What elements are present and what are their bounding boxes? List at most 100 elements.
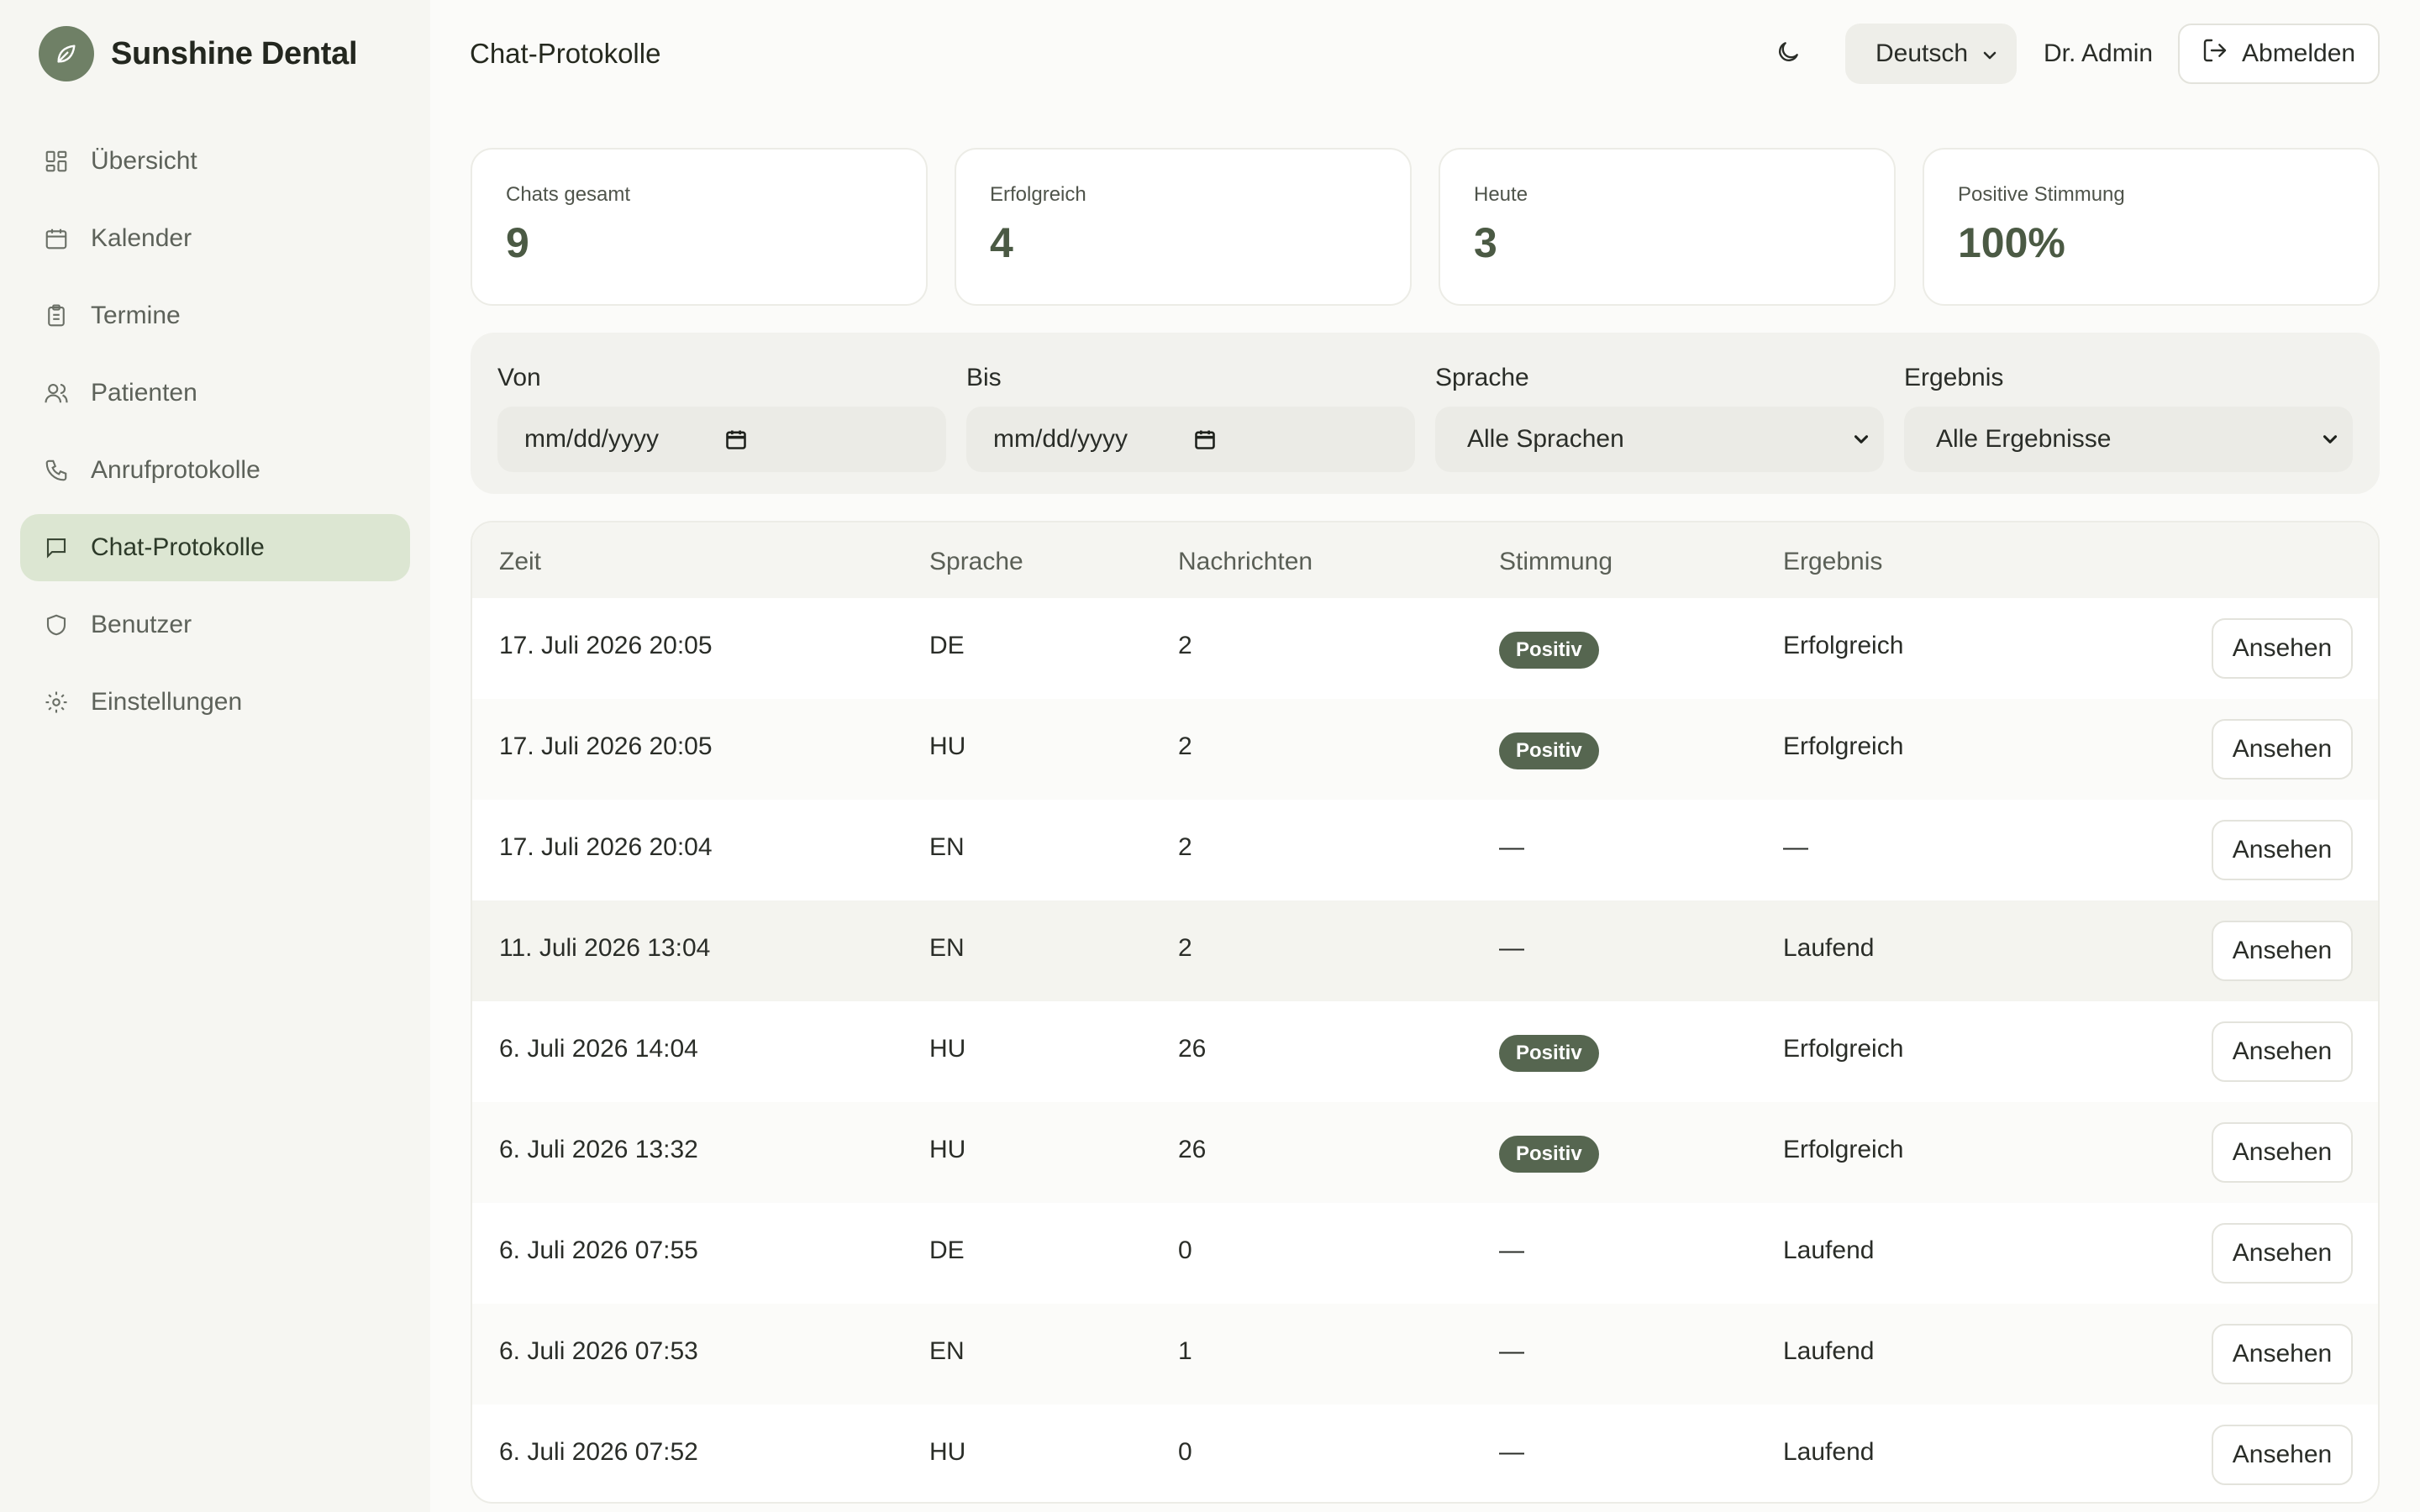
table-row[interactable]: 6. Juli 2026 07:55 DE 0 — Laufend Ansehe…	[472, 1203, 2378, 1304]
sidebar-item-label: Benutzer	[91, 611, 192, 638]
stat-card-positive-mood: Positive Stimmung 100%	[1923, 148, 2380, 306]
calendar-picker-icon[interactable]	[1193, 428, 1217, 458]
users-icon	[42, 379, 71, 407]
cell-mood: —	[1499, 1438, 1524, 1466]
stat-value: 9	[506, 219, 529, 266]
sidebar-item-anrufprotokolle[interactable]: Anrufprotokolle	[20, 437, 410, 504]
table-row[interactable]: 17. Juli 2026 20:04 EN 2 — — Ansehen	[472, 800, 2378, 900]
result-filter-select[interactable]: Alle Ergebnisse	[1904, 407, 2353, 472]
stat-label: Heute	[1474, 183, 1528, 206]
mood-badge: Positiv	[1499, 1136, 1599, 1173]
filter-language-label: Sprache	[1435, 364, 1529, 391]
sidebar-item-termine[interactable]: Termine	[20, 282, 410, 349]
cell-result: Erfolgreich	[1783, 1136, 1904, 1163]
table-row[interactable]: 17. Juli 2026 20:05 HU 2 Positiv Erfolgr…	[472, 699, 2378, 800]
sidebar-item-kalender[interactable]: Kalender	[20, 205, 410, 272]
view-button[interactable]: Ansehen	[2212, 1021, 2353, 1082]
cell-time: 17. Juli 2026 20:04	[499, 833, 713, 861]
stat-card-today: Heute 3	[1439, 148, 1896, 306]
cell-time: 6. Juli 2026 07:53	[499, 1337, 698, 1365]
sidebar-item-uebersicht[interactable]: Übersicht	[20, 128, 410, 195]
sidebar-item-label: Anrufprotokolle	[91, 456, 260, 484]
table-row[interactable]: 6. Juli 2026 07:53 EN 1 — Laufend Ansehe…	[472, 1304, 2378, 1404]
stat-card-successful: Erfolgreich 4	[955, 148, 1412, 306]
column-header-time[interactable]: Zeit	[499, 548, 541, 576]
leaf-icon	[39, 26, 94, 81]
sidebar-item-benutzer[interactable]: Benutzer	[20, 591, 410, 659]
filter-to-label: Bis	[966, 364, 1002, 391]
language-filter-value: Alle Sprachen	[1467, 425, 1624, 453]
table-row[interactable]: 11. Juli 2026 13:04 EN 2 — Laufend Anseh…	[472, 900, 2378, 1001]
sidebar-item-label: Kalender	[91, 224, 192, 252]
logout-button[interactable]: Abmelden	[2178, 24, 2380, 84]
language-select-value: Deutsch	[1876, 39, 1969, 67]
cell-messages: 2	[1178, 632, 1192, 659]
stat-value: 3	[1474, 219, 1497, 266]
view-button[interactable]: Ansehen	[2212, 921, 2353, 981]
cell-language: HU	[929, 1035, 966, 1063]
cell-messages: 2	[1178, 732, 1192, 760]
cell-messages: 26	[1178, 1035, 1207, 1063]
view-button[interactable]: Ansehen	[2212, 618, 2353, 679]
sidebar-item-label: Chat-Protokolle	[91, 533, 265, 561]
phone-icon	[42, 456, 71, 485]
date-to-input[interactable]: mm/dd/yyyy	[966, 407, 1415, 472]
cell-mood: —	[1499, 833, 1524, 861]
chevron-down-icon	[2319, 428, 2341, 457]
sidebar-item-einstellungen[interactable]: Einstellungen	[20, 669, 410, 736]
stat-label: Chats gesamt	[506, 183, 631, 206]
theme-toggle-button[interactable]	[1770, 35, 1807, 72]
chevron-down-icon	[1980, 44, 2000, 72]
view-button[interactable]: Ansehen	[2212, 1122, 2353, 1183]
result-filter-value: Alle Ergebnisse	[1936, 425, 2112, 453]
column-header-result[interactable]: Ergebnis	[1783, 548, 1882, 576]
cell-result: Laufend	[1783, 1337, 1875, 1365]
column-header-language[interactable]: Sprache	[929, 548, 1023, 576]
language-select[interactable]: Deutsch	[1845, 24, 2017, 84]
stat-label: Positive Stimmung	[1958, 183, 2125, 206]
view-button[interactable]: Ansehen	[2212, 1223, 2353, 1284]
calendar-picker-icon[interactable]	[724, 428, 748, 458]
column-header-mood[interactable]: Stimmung	[1499, 548, 1612, 576]
brand-name: Sunshine Dental	[111, 35, 358, 71]
stat-value: 100%	[1958, 219, 2065, 266]
view-button[interactable]: Ansehen	[2212, 719, 2353, 780]
cell-mood: —	[1499, 934, 1524, 962]
brand[interactable]: Sunshine Dental	[39, 25, 358, 82]
cell-language: DE	[929, 1236, 965, 1264]
cell-language: HU	[929, 1438, 966, 1466]
date-from-input[interactable]: mm/dd/yyyy	[497, 407, 946, 472]
calendar-icon	[42, 224, 71, 253]
stat-card-total: Chats gesamt 9	[471, 148, 928, 306]
table-row[interactable]: 17. Juli 2026 20:05 DE 2 Positiv Erfolgr…	[472, 598, 2378, 699]
date-from-value: mm/dd/yyyy	[524, 425, 660, 453]
column-header-messages[interactable]: Nachrichten	[1178, 548, 1313, 576]
cell-language: HU	[929, 732, 966, 760]
cell-messages: 26	[1178, 1136, 1207, 1163]
cell-messages: 0	[1178, 1438, 1192, 1466]
clipboard-icon	[42, 302, 71, 330]
language-filter-select[interactable]: Alle Sprachen	[1435, 407, 1884, 472]
cell-messages: 1	[1178, 1337, 1192, 1365]
table-row[interactable]: 6. Juli 2026 07:52 HU 0 — Laufend Ansehe…	[472, 1404, 2378, 1502]
logout-icon	[2202, 37, 2228, 71]
view-button[interactable]: Ansehen	[2212, 820, 2353, 880]
sidebar-item-patienten[interactable]: Patienten	[20, 360, 410, 427]
page-title: Chat-Protokolle	[470, 38, 661, 69]
logout-label: Abmelden	[2242, 39, 2356, 67]
table-row[interactable]: 6. Juli 2026 14:04 HU 26 Positiv Erfolgr…	[472, 1001, 2378, 1102]
cell-result: Laufend	[1783, 934, 1875, 962]
mood-badge: Positiv	[1499, 632, 1599, 669]
cell-messages: 2	[1178, 934, 1192, 962]
shield-icon	[42, 611, 71, 639]
filter-result-label: Ergebnis	[1904, 364, 2004, 391]
sidebar-item-chat-protokolle[interactable]: Chat-Protokolle	[20, 514, 410, 581]
sidebar-item-label: Termine	[91, 302, 181, 329]
cell-language: EN	[929, 833, 965, 861]
sidebar-item-label: Einstellungen	[91, 688, 243, 716]
date-to-value: mm/dd/yyyy	[993, 425, 1128, 453]
view-button[interactable]: Ansehen	[2212, 1425, 2353, 1485]
view-button[interactable]: Ansehen	[2212, 1324, 2353, 1384]
cell-time: 6. Juli 2026 07:55	[499, 1236, 698, 1264]
table-row[interactable]: 6. Juli 2026 13:32 HU 26 Positiv Erfolgr…	[472, 1102, 2378, 1203]
